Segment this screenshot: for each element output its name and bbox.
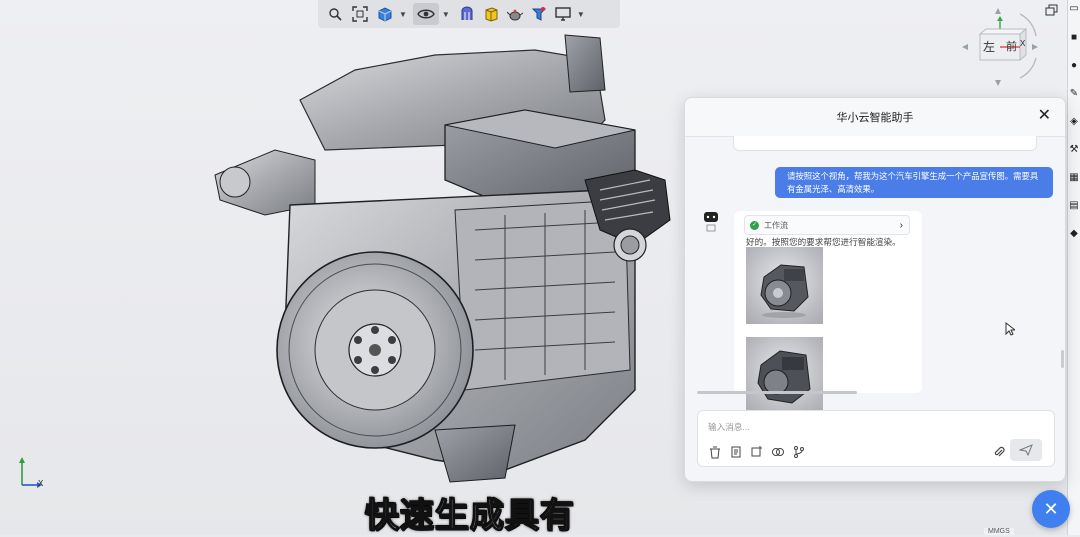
viewcube-front-label: 左 bbox=[983, 40, 996, 54]
annotation-icon[interactable] bbox=[528, 3, 550, 25]
copy-icon[interactable] bbox=[771, 445, 785, 459]
section-icon[interactable] bbox=[456, 3, 478, 25]
layers-icon[interactable]: ◈ bbox=[1069, 117, 1079, 127]
assistant-toggle-button[interactable]: ✕ bbox=[1032, 490, 1070, 528]
viewcube-top-label: 前 bbox=[1006, 41, 1017, 53]
bot-avatar-icon bbox=[703, 211, 719, 233]
wrench-icon[interactable]: ⚒ bbox=[1069, 145, 1079, 155]
vertical-scrollbar[interactable] bbox=[1061, 350, 1064, 368]
trash-icon[interactable] bbox=[708, 445, 722, 459]
chevron-down-icon[interactable]: ▼ bbox=[442, 10, 450, 19]
engine-3d-model[interactable] bbox=[205, 30, 675, 490]
checker-icon[interactable]: ▦ bbox=[1069, 173, 1079, 183]
render-teapot-icon[interactable] bbox=[504, 3, 526, 25]
mouse-cursor-icon bbox=[1005, 321, 1017, 341]
box-icon[interactable]: ◆ bbox=[1069, 229, 1079, 239]
chat-title: 华小云智能助手 bbox=[836, 112, 914, 124]
folder-icon[interactable]: ▭ bbox=[1069, 4, 1079, 14]
branch-icon[interactable] bbox=[792, 445, 806, 459]
horizontal-scrollbar[interactable] bbox=[697, 391, 857, 394]
rendered-image-1[interactable] bbox=[746, 247, 823, 324]
close-icon[interactable]: ✕ bbox=[1038, 108, 1051, 124]
rendered-image-2[interactable] bbox=[746, 337, 823, 414]
material-box-icon[interactable] bbox=[480, 3, 502, 25]
video-subtitle: 快速生成具有 bbox=[364, 496, 575, 535]
chevron-down-icon[interactable]: ▼ bbox=[399, 10, 407, 19]
check-icon: ✓ bbox=[750, 220, 759, 230]
view-cube[interactable]: 左 前 X bbox=[958, 6, 1044, 88]
visibility-eye-icon[interactable] bbox=[412, 3, 439, 25]
fit-view-icon[interactable] bbox=[348, 3, 372, 25]
cube-icon[interactable]: ■ bbox=[1069, 33, 1079, 43]
attachment-icon[interactable] bbox=[992, 445, 1006, 459]
chat-header: 华小云智能助手 ✕ bbox=[685, 98, 1065, 137]
message-input-box[interactable]: 输入消息... bbox=[697, 410, 1055, 467]
ai-assistant-panel: 华小云智能助手 ✕ 请按照这个视角，帮我为这个汽车引擎生成一个产品宣传图。需要具… bbox=[684, 97, 1066, 482]
workflow-card[interactable]: ✓ 工作流 › bbox=[744, 215, 910, 235]
parking-icon[interactable]: ● bbox=[1069, 61, 1079, 71]
display-monitor-icon[interactable] bbox=[552, 3, 574, 25]
right-tool-rail: ▭ ■ ● ✎ ◈ ⚒ ▦ ▤ ◆ bbox=[1067, 0, 1080, 535]
edit-icon[interactable]: ✎ bbox=[1069, 89, 1079, 99]
previous-message-card bbox=[733, 136, 1037, 151]
input-toolbar bbox=[708, 445, 806, 459]
message-input[interactable]: 输入消息... bbox=[708, 421, 750, 433]
workflow-label: 工作流 bbox=[764, 220, 788, 230]
send-icon bbox=[1019, 444, 1033, 456]
view-toolbar: ▼ ▼ ▼ bbox=[318, 0, 620, 28]
new-chat-icon[interactable] bbox=[750, 445, 764, 459]
unit-system-label: MMGS bbox=[984, 528, 1014, 535]
restore-window-icon[interactable] bbox=[1045, 3, 1059, 16]
cube-view-icon[interactable] bbox=[374, 3, 396, 25]
chevron-right-icon[interactable]: › bbox=[900, 220, 903, 231]
zoom-icon[interactable] bbox=[324, 3, 346, 25]
document-icon[interactable] bbox=[729, 445, 743, 459]
send-button[interactable] bbox=[1010, 439, 1042, 461]
assistant-message: ✓ 工作流 › 好的。按照您的要求帮您进行智能渲染。 bbox=[734, 211, 922, 414]
chevron-down-icon[interactable]: ▼ bbox=[577, 10, 585, 19]
table-icon[interactable]: ▤ bbox=[1069, 201, 1079, 211]
user-message: 请按照这个视角，帮我为这个汽车引擎生成一个产品宣传图。需要具有金属光泽、高清效果… bbox=[775, 167, 1053, 198]
axis-x-label: X bbox=[38, 479, 44, 488]
viewcube-axis-label: X bbox=[1020, 39, 1026, 48]
